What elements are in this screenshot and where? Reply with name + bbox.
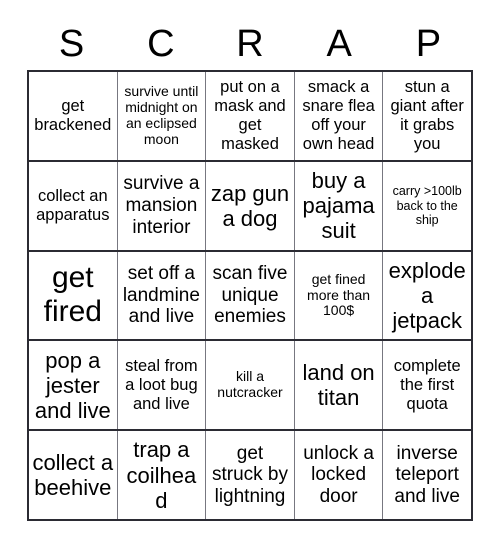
bingo-row-3: pop a jester and live steal from a loot … — [29, 341, 471, 432]
bingo-cell-text: carry >100lb back to the ship — [392, 184, 462, 227]
bingo-cell-text: scan five unique enemies — [212, 263, 288, 328]
bingo-cell-4-1[interactable]: trap a coilhead — [117, 431, 207, 519]
bingo-cell-1-2[interactable]: zap gun a dog — [206, 161, 295, 250]
bingo-cell-text: get fined more than 100$ — [307, 270, 371, 319]
bingo-cell-text: buy a pajama suit — [302, 168, 375, 244]
header-letter-1: C — [147, 23, 175, 65]
header-letter-3: A — [326, 23, 352, 65]
bingo-cell-2-3[interactable]: get fined more than 100$ — [294, 251, 384, 340]
bingo-cell-1-4[interactable]: carry >100lb back to the ship — [383, 161, 471, 250]
bingo-cell-3-1[interactable]: steal from a loot bug and live — [117, 341, 207, 430]
header-letter-0: S — [58, 23, 85, 65]
bingo-row-2: get fired set off a landmine and live sc… — [29, 251, 471, 342]
bingo-cell-text: trap a coilhead — [126, 437, 197, 513]
bingo-cell-text: survive a mansion interior — [123, 173, 200, 238]
header-letter-2: R — [236, 23, 264, 65]
bingo-cell-text: collect an apparatus — [36, 186, 110, 224]
bingo-cell-0-4[interactable]: stun a giant after it grabs you — [383, 72, 471, 160]
bingo-cell-text: steal from a loot bug and live — [125, 357, 198, 413]
bingo-cell-1-1[interactable]: survive a mansion interior — [117, 161, 207, 250]
bingo-grid: get brackened survive until midnight on … — [27, 70, 473, 521]
bingo-cell-0-2[interactable]: put on a mask and get masked — [206, 72, 295, 160]
bingo-cell-3-3[interactable]: land on titan — [294, 341, 384, 430]
bingo-cell-text: explode a jetpack — [388, 257, 466, 334]
bingo-cell-text: kill a nutcracker — [217, 368, 283, 401]
bingo-cell-4-3[interactable]: unlock a locked door — [294, 431, 384, 519]
bingo-cell-0-0[interactable]: get brackened — [29, 72, 118, 160]
bingo-cell-2-2[interactable]: scan five unique enemies — [206, 251, 295, 340]
bingo-cell-text: smack a snare flea off your own head — [302, 78, 375, 153]
bingo-cell-3-4[interactable]: complete the first quota — [383, 341, 471, 430]
bingo-cell-4-0[interactable]: collect a beehive — [29, 431, 118, 519]
bingo-cell-text: get fired — [43, 261, 102, 329]
bingo-row-1: collect an apparatus survive a mansion i… — [29, 161, 471, 252]
bingo-cell-3-0[interactable]: pop a jester and live — [29, 341, 118, 430]
bingo-cell-text: land on titan — [302, 360, 375, 411]
bingo-header-letters: S C R A P — [27, 18, 473, 70]
bingo-row-0: get brackened survive until midnight on … — [29, 72, 471, 162]
bingo-cell-text: unlock a locked door — [303, 442, 374, 507]
bingo-cell-4-2[interactable]: get struck by lightning — [206, 431, 295, 519]
bingo-cell-text: pop a jester and live — [34, 347, 111, 423]
bingo-cell-2-0[interactable]: get fired — [29, 251, 118, 340]
bingo-row-4: collect a beehive trap a coilhead get st… — [29, 431, 471, 519]
bingo-cell-text: get brackened — [34, 97, 112, 134]
bingo-cell-0-3[interactable]: smack a snare flea off your own head — [294, 72, 384, 160]
bingo-cell-text: inverse teleport and live — [394, 442, 460, 507]
header-letter-4: P — [415, 23, 442, 65]
bingo-cell-text: put on a mask and get masked — [214, 78, 286, 153]
bingo-cell-text: set off a landmine and live — [122, 263, 200, 328]
bingo-card: S C R A P get brackened survive until mi… — [0, 0, 500, 544]
bingo-cell-2-1[interactable]: set off a landmine and live — [117, 251, 207, 340]
bingo-cell-1-3[interactable]: buy a pajama suit — [294, 161, 384, 250]
bingo-cell-1-0[interactable]: collect an apparatus — [29, 161, 118, 250]
bingo-cell-3-2[interactable]: kill a nutcracker — [206, 341, 295, 430]
bingo-cell-0-1[interactable]: survive until midnight on an eclipsed mo… — [117, 72, 207, 160]
bingo-cell-text: zap gun a dog — [210, 180, 290, 231]
bingo-cell-text: survive until midnight on an eclipsed mo… — [124, 82, 199, 147]
bingo-cell-text: collect a beehive — [32, 450, 114, 501]
bingo-cell-4-4[interactable]: inverse teleport and live — [383, 431, 471, 519]
bingo-cell-2-4[interactable]: explode a jetpack — [383, 251, 471, 340]
bingo-cell-text: complete the first quota — [393, 357, 461, 413]
bingo-cell-text: stun a giant after it grabs you — [390, 78, 464, 153]
bingo-cell-text: get struck by lightning — [211, 442, 288, 507]
